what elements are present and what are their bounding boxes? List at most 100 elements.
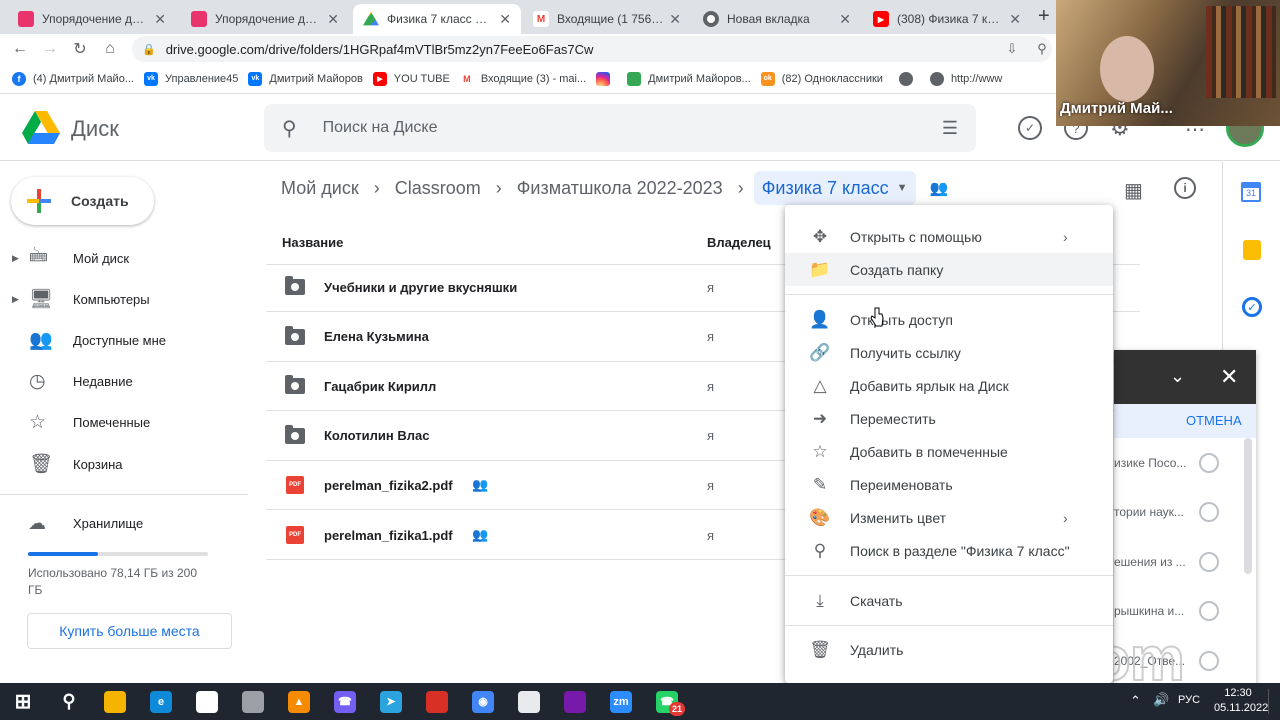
drive-search-box[interactable]: ⚲ Поиск на Диске ☰ (264, 104, 976, 152)
expand-arrow-icon[interactable]: ▶ (12, 294, 19, 305)
context-menu-item[interactable]: △ Добавить ярлык на Диск (785, 369, 1113, 402)
column-name[interactable]: Название (282, 235, 343, 250)
offline-ready-icon[interactable]: ✓ (1018, 116, 1042, 140)
browser-tab[interactable]: M Входящие (1 756) - m ✕ (523, 4, 691, 34)
install-app-icon[interactable]: ⇩ (1000, 37, 1024, 61)
tray-chevron-icon[interactable]: ⌃ (1130, 693, 1141, 709)
breadcrumb-current-folder[interactable]: Физика 7 класс ▼ (753, 171, 916, 205)
tab-close-icon[interactable]: ✕ (499, 11, 511, 28)
google-drive-logo-icon[interactable] (22, 111, 60, 145)
close-icon[interactable]: ✕ (1220, 364, 1238, 390)
upload-scrollbar[interactable] (1244, 438, 1252, 574)
tab-close-icon[interactable]: ✕ (154, 11, 166, 28)
tab-close-icon[interactable]: ✕ (669, 11, 681, 28)
upload-item[interactable]: изике Посо... (1114, 438, 1256, 487)
taskbar-app[interactable] (506, 683, 552, 720)
tab-close-icon[interactable]: ✕ (1009, 11, 1021, 28)
bookmark-item[interactable]: ok (82) Одноклассники (760, 71, 883, 86)
new-tab-icon[interactable]: + (1038, 5, 1050, 28)
taskbar-app[interactable]: ➤ (368, 683, 414, 720)
breadcrumb-classroom[interactable]: Classroom (380, 178, 496, 199)
context-menu-item[interactable]: ☆ Добавить в помеченные (785, 435, 1113, 468)
context-menu-item[interactable]: 🗑 Удалить (785, 633, 1113, 666)
bookmark-item[interactable]: Дмитрий Майоров... (627, 71, 751, 86)
home-icon[interactable]: ⌂ (98, 37, 122, 61)
search-options-icon[interactable]: ☰ (942, 118, 958, 139)
taskbar-app[interactable]: ◉ (460, 683, 506, 720)
context-menu-item[interactable]: 🎨 Изменить цвет › (785, 501, 1113, 534)
breadcrumb-my-drive[interactable]: Мой диск (266, 178, 374, 199)
clock[interactable]: 12:30 05.11.2022 (1214, 686, 1268, 716)
sidebar-item[interactable]: ▶ 🖮 Мой диск (0, 238, 250, 278)
sidebar-item[interactable]: ▶ 🖥 Компьютеры (0, 279, 250, 319)
browser-tab[interactable]: Новая вкладка ✕ (693, 4, 861, 34)
browser-tab[interactable]: Упорядочение данн ✕ (8, 4, 176, 34)
bookmark-item[interactable]: M Входящие (3) - mai... (459, 71, 586, 86)
taskbar-app[interactable]: ☎ (322, 683, 368, 720)
volume-icon[interactable]: 🔊 (1153, 692, 1169, 708)
buy-storage-button[interactable]: Купить больше места (27, 613, 232, 649)
upload-cancel-button[interactable]: ОТМЕНА (1186, 413, 1242, 428)
taskbar-app[interactable] (92, 683, 138, 720)
browser-tab[interactable]: Физика 7 класс – Goo ✕ (353, 4, 521, 34)
sidebar-item[interactable]: 👥 Доступные мне (0, 320, 250, 360)
bookmark-item[interactable] (898, 71, 920, 86)
info-icon[interactable]: i (1174, 177, 1196, 199)
taskbar-app[interactable] (184, 683, 230, 720)
tab-close-icon[interactable]: ✕ (327, 11, 339, 28)
breadcrumb-school[interactable]: Физматшкола 2022-2023 (502, 178, 738, 199)
taskbar-app[interactable]: e (138, 683, 184, 720)
sidebar-item[interactable]: ◷ Недавние (0, 361, 250, 401)
zoom-participant-video[interactable]: Дмитрий Май... (1056, 0, 1280, 126)
context-menu-item[interactable]: ⚲ Поиск в разделе "Физика 7 класс" (785, 534, 1113, 567)
upload-item[interactable]: ешения из ... (1114, 537, 1256, 586)
taskbar-app[interactable] (230, 683, 276, 720)
keep-icon[interactable] (1243, 240, 1261, 260)
address-bar[interactable]: 🔒 drive.google.com/drive/folders/1HGRpaf… (132, 36, 1052, 62)
context-menu-item[interactable]: ✥ Открыть с помощью › (785, 220, 1113, 253)
taskbar-app[interactable]: ⊞ (0, 683, 46, 720)
vk-icon: vk (144, 71, 158, 86)
sidebar-item[interactable]: ☆ Помеченные (0, 402, 250, 442)
storage-label[interactable]: Хранилище (73, 516, 143, 531)
tab-close-icon[interactable]: ✕ (839, 11, 851, 28)
sidebar-item[interactable]: 🗑 Корзина (0, 444, 250, 484)
bookmark-item[interactable]: f (4) Дмитрий Майо... (12, 71, 134, 86)
column-owner[interactable]: Владелец (707, 235, 771, 250)
bookmark-item[interactable]: vk Управление45 (144, 71, 238, 86)
browser-tab[interactable]: ▶ (308) Физика 7 класс ✕ (863, 4, 1031, 34)
context-menu-item[interactable]: ✎ Переименовать (785, 468, 1113, 501)
taskbar-app[interactable] (552, 683, 598, 720)
reload-icon[interactable]: ↻ (68, 37, 92, 61)
tasks-icon[interactable]: ✓ (1242, 297, 1262, 317)
bookmark-item[interactable] (596, 71, 617, 86)
bookmark-item[interactable]: ▶ YOU TUBE (372, 71, 450, 86)
bookmark-item[interactable]: http://www (929, 71, 1002, 86)
back-icon[interactable]: ← (8, 37, 32, 61)
search-icon[interactable]: ⚲ (282, 116, 297, 141)
calendar-icon[interactable]: 31 (1241, 182, 1261, 202)
context-menu-item[interactable]: 📁 Создать папку (785, 253, 1113, 286)
taskbar-app[interactable]: ⚲ (46, 683, 92, 720)
grid-view-icon[interactable]: ▦ (1124, 178, 1143, 203)
taskbar-app[interactable] (414, 683, 460, 720)
expand-arrow-icon[interactable]: ▶ (12, 253, 19, 264)
taskbar-app[interactable]: zm (598, 683, 644, 720)
show-desktop-button[interactable] (1268, 689, 1280, 714)
shared-folder-icon[interactable]: 👥 (930, 179, 949, 197)
upload-item[interactable]: тории наук... (1114, 488, 1256, 537)
context-menu-item[interactable]: ⤓ Скачать (785, 584, 1113, 617)
zoom-magnifier-icon[interactable]: ⚲ (1030, 37, 1054, 61)
context-menu-item[interactable]: 🔗 Получить ссылку (785, 336, 1113, 369)
create-button[interactable]: Создать (11, 177, 154, 225)
language-indicator[interactable]: РУС (1178, 694, 1200, 706)
context-menu-item[interactable]: ➜ Переместить (785, 402, 1113, 435)
bookshelf (1206, 6, 1276, 98)
forward-icon[interactable]: → (38, 37, 62, 61)
context-menu-item[interactable]: 👤 Открыть доступ (785, 303, 1113, 336)
browser-tab[interactable]: Упорядочение данн ✕ (181, 4, 349, 34)
taskbar-app[interactable]: ▲ (276, 683, 322, 720)
collapse-chevron-icon[interactable]: ⌄ (1170, 366, 1185, 387)
taskbar-app[interactable]: ☎ 21 (644, 683, 690, 720)
bookmark-item[interactable]: vk Дмитрий Майоров (248, 71, 363, 86)
